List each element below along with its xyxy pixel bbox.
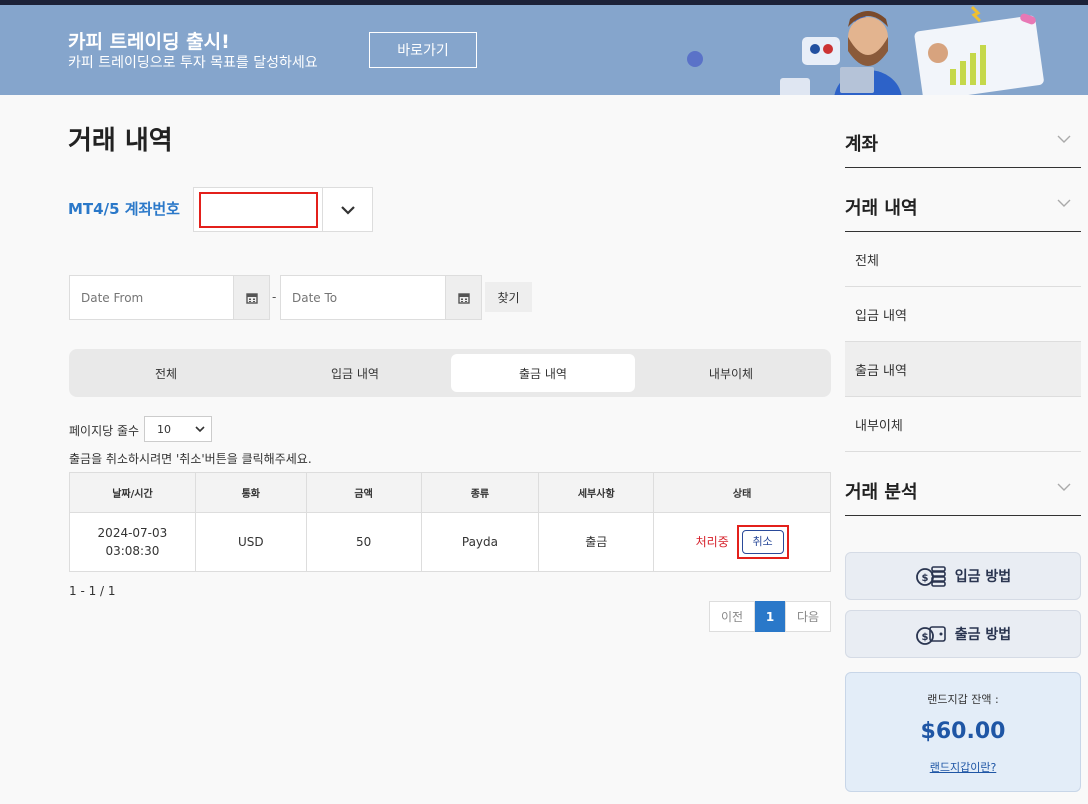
cell-type: Payda (420, 512, 540, 572)
svg-text:$: $ (921, 632, 928, 643)
column-header: 통화 (194, 472, 307, 513)
chevron-down-icon[interactable] (338, 200, 358, 220)
account-select[interactable] (193, 187, 373, 232)
wallet-info-link[interactable]: 랜드지갑이란? (846, 759, 1080, 775)
svg-text:$: $ (921, 573, 928, 584)
column-header: 세부사항 (538, 472, 655, 513)
sidebar-item-all[interactable]: 전체 (845, 232, 1081, 287)
cell-detail: 출금 (538, 512, 655, 572)
sidebar-section-title: 거래 내역 (845, 198, 918, 219)
account-number-label: MT4/5 계좌번호 (68, 200, 180, 218)
search-button[interactable]: 찾기 (485, 282, 532, 312)
chevron-down-icon (1057, 135, 1071, 143)
account-select-divider (322, 188, 323, 231)
date-from-group (69, 275, 270, 320)
coins-icon: $ (915, 566, 946, 587)
date-from-calendar-button[interactable] (233, 276, 269, 319)
tab-all[interactable]: 전체 (74, 354, 258, 392)
banner-subtitle: 카피 트레이딩으로 투자 목표를 달성하세요 (68, 55, 318, 71)
sidebar-section-history[interactable]: 거래 내역 (845, 168, 1081, 232)
history-tabs: 전체 입금 내역 출금 내역 내부이체 (69, 349, 831, 397)
date-range-separator: - (272, 290, 277, 304)
rows-per-page-label: 페이지당 줄수 (69, 424, 140, 438)
banner-title: 카피 트레이딩 출시! (68, 31, 230, 53)
transactions-table: 날짜/시간 통화 금액 종류 세부사항 상태 2024-07-03 03:08:… (69, 472, 831, 572)
column-header: 날짜/시간 (69, 472, 196, 513)
column-header: 종류 (420, 472, 540, 513)
result-range: 1 - 1 / 1 (69, 584, 116, 598)
sidebar: 계좌 거래 내역 전체 입금 내역 출금 내역 내부이체 거래 분석 (845, 114, 1081, 516)
chevron-down-icon (195, 426, 205, 433)
withdraw-method-label: 출금 방법 (954, 627, 1012, 643)
rows-per-page-value: 10 (157, 422, 171, 436)
cell-time: 03:08:30 (105, 544, 160, 558)
table-row: 2024-07-03 03:08:30 USD 50 Payda 출금 처리중 … (69, 512, 831, 572)
tab-deposit-history[interactable]: 입금 내역 (263, 354, 447, 392)
sidebar-section-title: 거래 분석 (845, 482, 918, 503)
chevron-down-icon (1057, 199, 1071, 207)
sidebar-item-withdrawal-history[interactable]: 출금 내역 (845, 342, 1081, 397)
page-1-button[interactable]: 1 (755, 601, 785, 632)
banner-go-button[interactable]: 바로가기 (369, 32, 477, 68)
wallet-coin-icon: $ (915, 626, 946, 645)
sidebar-section-analysis[interactable]: 거래 분석 (845, 452, 1081, 516)
wallet-balance-amount: $60.00 (920, 719, 1006, 744)
chevron-down-icon (1057, 483, 1071, 491)
calendar-icon (245, 292, 258, 304)
cancel-button[interactable]: 취소 (741, 530, 784, 554)
deposit-method-button[interactable]: $ 입금 방법 (845, 552, 1081, 600)
sidebar-section-account[interactable]: 계좌 (845, 114, 1081, 168)
calendar-icon (457, 292, 470, 304)
sidebar-section-title: 계좌 (845, 134, 879, 155)
cancel-notice: 출금을 취소하시려면 '취소'버튼을 클릭해주세요. (69, 452, 312, 466)
deposit-method-label: 입금 방법 (954, 569, 1012, 585)
promo-banner: 카피 트레이딩 출시! 카피 트레이딩으로 투자 목표를 달성하세요 바로가기 (0, 5, 1088, 95)
cell-status: 처리중 취소 (653, 512, 831, 572)
sidebar-item-internal-transfer[interactable]: 내부이체 (845, 397, 1081, 452)
status-badge: 처리중 (695, 534, 729, 549)
cell-date: 2024-07-03 (97, 526, 168, 540)
wallet-balance-label: 랜드지갑 잔액 : (927, 693, 999, 706)
tab-internal-transfer[interactable]: 내부이체 (639, 354, 823, 392)
cell-datetime: 2024-07-03 03:08:30 (69, 512, 196, 572)
sidebar-item-deposit-history[interactable]: 입금 내역 (845, 287, 1081, 342)
date-to-calendar-button[interactable] (445, 276, 481, 319)
date-to-input[interactable] (281, 276, 446, 319)
next-page-button[interactable]: 다음 (785, 601, 831, 632)
date-from-input[interactable] (70, 276, 234, 319)
column-header: 금액 (305, 472, 422, 513)
pagination: 이전 1 다음 (709, 601, 831, 632)
tab-withdrawal-history[interactable]: 출금 내역 (451, 354, 635, 392)
cell-currency: USD (194, 512, 307, 572)
cell-amount: 50 (305, 512, 422, 572)
wallet-balance-card: 랜드지갑 잔액 : $60.00 랜드지갑이란? (845, 672, 1081, 792)
withdraw-method-button[interactable]: $ 출금 방법 (845, 610, 1081, 658)
page-title: 거래 내역 (68, 126, 173, 156)
date-to-group (280, 275, 482, 320)
account-number-field[interactable] (199, 192, 318, 228)
cancel-highlight: 취소 (736, 525, 789, 559)
table-header-row: 날짜/시간 통화 금액 종류 세부사항 상태 (69, 472, 831, 513)
column-header: 상태 (653, 472, 831, 513)
banner-illustration (687, 5, 1044, 95)
rows-per-page-select[interactable]: 10 (144, 416, 212, 442)
prev-page-button[interactable]: 이전 (709, 601, 755, 632)
